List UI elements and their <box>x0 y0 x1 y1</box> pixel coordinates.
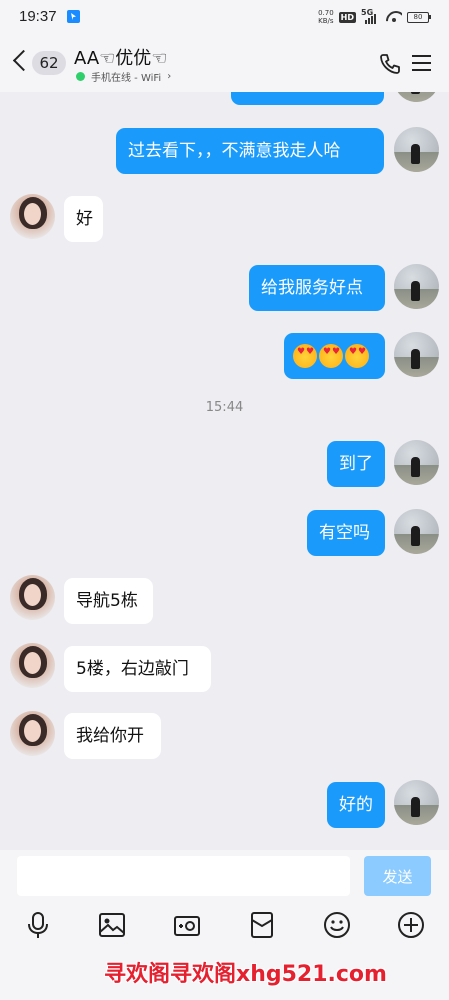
message-bubble-partial[interactable] <box>231 92 384 105</box>
net-speed-unit: KB/s <box>318 17 334 25</box>
message-timestamp: 15:44 <box>205 400 244 415</box>
heart-eyes-emoji-icon <box>319 344 343 368</box>
my-avatar[interactable] <box>394 127 439 172</box>
message-list[interactable]: 过去看下，，不满意我走人哈 好 给我服务好点 15:44 到了 有空吗 导航5栋… <box>0 92 449 850</box>
signal-icon: 5G <box>361 8 381 24</box>
plus-icon[interactable] <box>396 910 426 940</box>
contact-avatar[interactable] <box>10 194 55 239</box>
image-icon[interactable] <box>97 910 127 940</box>
status-bar: 19:37 0.70 KB/s HD 5G 80 <box>0 0 449 34</box>
chat-header: 62 AA☜优优☜ 手机在线 - WiFi › <box>0 34 449 92</box>
wifi-icon <box>386 11 402 23</box>
emoji-message-bubble[interactable] <box>284 333 385 379</box>
my-avatar[interactable] <box>394 332 439 377</box>
my-avatar[interactable] <box>394 92 439 102</box>
message-bubble[interactable]: 导航5栋 <box>64 578 153 624</box>
message-bubble[interactable]: 过去看下，，不满意我走人哈 <box>116 128 384 174</box>
unread-count-badge[interactable]: 62 <box>32 51 66 75</box>
my-avatar[interactable] <box>394 264 439 309</box>
message-input[interactable] <box>17 856 350 896</box>
send-button[interactable]: 发送 <box>364 856 431 896</box>
message-bubble[interactable]: 5楼，右边敲门 <box>64 646 211 692</box>
net-speed-value: 0.70 <box>318 9 334 17</box>
message-bubble[interactable]: 到了 <box>327 441 385 487</box>
message-bubble[interactable]: 好的 <box>327 782 385 828</box>
status-time: 19:37 <box>19 8 57 25</box>
heart-eyes-emoji-icon <box>345 344 369 368</box>
message-bubble[interactable]: 好 <box>64 196 103 242</box>
phone-icon[interactable] <box>378 52 402 76</box>
my-avatar[interactable] <box>394 440 439 485</box>
composer-bar: 发送 <box>0 850 449 900</box>
online-status-text: 手机在线 - WiFi <box>91 73 162 84</box>
app-notification-icon <box>67 10 80 23</box>
my-avatar[interactable] <box>394 509 439 554</box>
camera-icon[interactable] <box>172 910 202 940</box>
message-bubble[interactable]: 给我服务好点 <box>249 265 385 311</box>
red-packet-icon[interactable] <box>247 910 277 940</box>
my-avatar[interactable] <box>394 780 439 825</box>
contact-avatar[interactable] <box>10 575 55 620</box>
message-bubble[interactable]: 有空吗 <box>307 510 385 556</box>
hd-icon: HD <box>338 11 356 23</box>
message-bubble[interactable]: 我给你开 <box>64 713 161 759</box>
chat-title[interactable]: AA☜优优☜ <box>74 44 167 70</box>
menu-icon[interactable] <box>412 54 432 72</box>
back-arrow-icon[interactable] <box>12 50 30 72</box>
battery-icon: 80 <box>407 11 431 23</box>
heart-eyes-emoji-icon <box>293 344 317 368</box>
watermark: 寻欢阁寻欢阁xhg521.com <box>104 962 387 987</box>
contact-avatar[interactable] <box>10 643 55 688</box>
net-speed: 0.70 KB/s <box>318 9 334 25</box>
chevron-right-icon: › <box>167 71 172 82</box>
status-indicators: 0.70 KB/s HD 5G 80 <box>318 8 431 26</box>
microphone-icon[interactable] <box>23 910 53 940</box>
emoji-icon[interactable] <box>322 910 352 940</box>
contact-avatar[interactable] <box>10 711 55 756</box>
online-dot-icon <box>76 72 85 81</box>
online-status[interactable]: 手机在线 - WiFi › <box>76 69 171 84</box>
